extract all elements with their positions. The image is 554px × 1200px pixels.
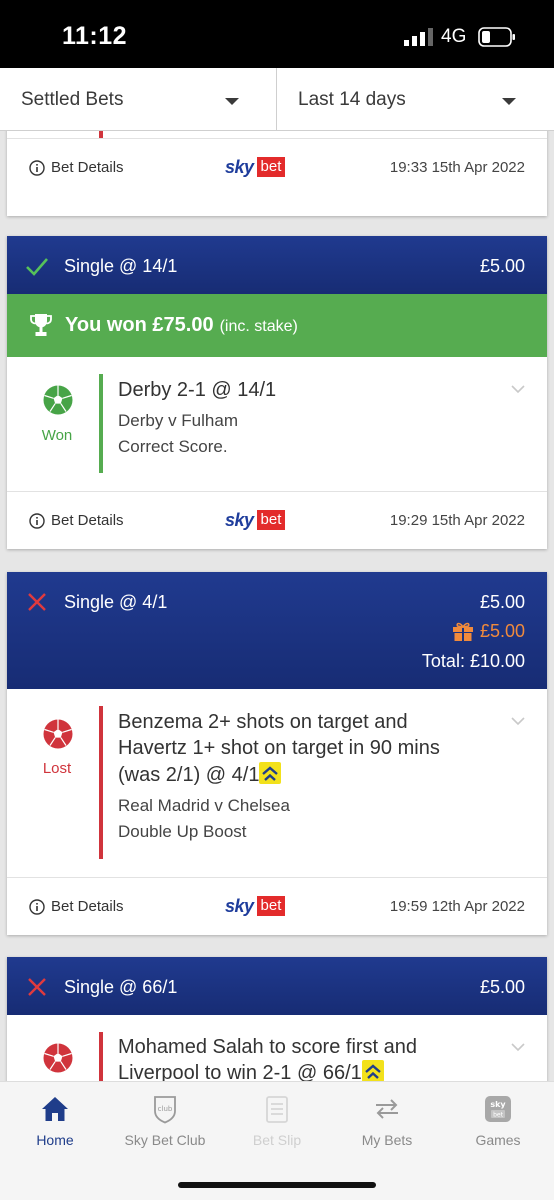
won-amount: You won £75.00 (inc. stake) [65,314,298,336]
selection-row[interactable]: Mohamed Salah to score first and Liverpo… [7,1015,547,1081]
skybet-logo: sky bet [225,895,286,917]
caret-down-icon [225,98,239,105]
chevron-down-icon[interactable] [511,1042,525,1052]
bet-type-value: Settled Bets [21,89,124,110]
info-icon [29,160,45,176]
battery-icon [478,27,515,47]
bet-header: Single @ 4/1 £5.00 £5.00 Total: £10.00 [7,572,547,689]
bet-stake: £5.00 [479,977,525,997]
nav-home[interactable]: Home [0,1094,110,1148]
bet-details-link[interactable]: Bet Details [51,159,124,176]
bet-datetime: 19:33 15th Apr 2022 [389,159,525,176]
bet-stake: £5.00 [479,592,525,612]
result-bar [99,706,103,859]
bet-type: Single @ 14/1 [64,256,178,276]
event-name: Real Madrid v Chelsea [118,796,290,815]
bet-footer: Bet Details sky bet 19:33 15th Apr 2022 [7,138,547,196]
result-bar [99,374,103,473]
won-banner: You won £75.00 (inc. stake) [7,294,547,357]
svg-text:club: club [158,1105,173,1113]
selection-row[interactable]: Won Derby 2-1 @ 14/1 Derby v Fulham Corr… [7,357,547,491]
bet-card: Single @ 4/1 £5.00 £5.00 Total: £10.00 L… [7,572,547,935]
svg-text:sky: sky [490,1100,506,1109]
bets-feed[interactable]: Bet Details sky bet 19:33 15th Apr 2022 S… [0,131,554,1081]
check-icon [26,258,48,276]
cross-icon [28,978,46,996]
selection-row [7,131,547,138]
bet-details-link[interactable]: Bet Details [51,898,124,915]
gift-icon [452,622,473,641]
bet-type: Single @ 66/1 [64,977,178,997]
caret-down-icon [502,98,516,105]
bet-header: Single @ 14/1 £5.00 [7,236,547,294]
bet-footer: Bet Details sky bet 19:29 15th Apr 2022 [7,491,547,549]
bet-card: Single @ 66/1 £5.00 Mohamed Salah to sco… [7,957,547,1081]
filter-bar: Settled Bets Last 14 days [0,68,554,131]
selection-title: Derby 2-1 @ 14/1 [118,379,277,401]
selection-title-line: Liverpool to win 2-1 @ 66/1 [118,1060,384,1081]
nav-sky-bet-club[interactable]: club Sky Bet Club [110,1094,220,1148]
games-icon: sky bet [485,1096,511,1122]
result-bar [99,131,103,138]
result-label: Lost [42,760,72,777]
boost-icon [361,1060,384,1081]
trophy-icon [30,314,52,336]
bet-card: Bet Details sky bet 19:33 15th Apr 2022 [7,131,547,216]
mybets-icon [376,1099,398,1119]
home-indicator[interactable] [178,1182,376,1188]
bet-details-link[interactable]: Bet Details [51,512,124,529]
selection-title-line: Benzema 2+ shots on target and [118,711,408,733]
football-icon [43,719,73,749]
chevron-down-icon[interactable] [511,384,525,394]
skybet-logo: sky bet [225,156,286,178]
bet-type: Single @ 4/1 [64,592,168,612]
skybet-logo: sky bet [225,509,286,531]
nav-my-bets[interactable]: My Bets [332,1094,442,1148]
signal-icon [404,28,433,46]
club-icon: club [154,1096,176,1124]
clock: 11:12 [62,22,128,50]
selection-title-line: Mohamed Salah to score first and [118,1036,418,1058]
bet-stake: £5.00 [479,256,525,276]
selection-title-line: (was 2/1) @ 4/1 [118,762,282,789]
bet-card: Single @ 14/1 £5.00 You won £75.00 (inc. … [7,236,547,549]
football-icon [43,1043,73,1073]
chevron-down-icon[interactable] [511,716,525,726]
bet-header: Single @ 66/1 £5.00 [7,957,547,1015]
network-type: 4G [441,26,467,47]
bet-footer: Bet Details sky bet 19:59 12th Apr 2022 [7,877,547,935]
home-icon [42,1097,68,1121]
betslip-icon [266,1096,288,1123]
status-bar: 11:12 4G [0,0,554,68]
boost-icon [259,762,282,784]
result-bar [99,1032,103,1081]
result-label: Won [41,427,73,444]
period-dropdown[interactable]: Last 14 days [277,68,554,131]
nav-bet-slip[interactable]: Bet Slip [222,1094,332,1148]
cross-icon [28,593,46,611]
market-name: Double Up Boost [118,822,247,841]
bet-total: Total: £10.00 [421,651,525,671]
bet-datetime: 19:59 12th Apr 2022 [389,898,525,915]
bet-type-dropdown[interactable]: Settled Bets [0,68,277,131]
football-icon [43,385,73,415]
period-value: Last 14 days [298,89,406,110]
bonus-stake: £5.00 [452,621,525,642]
won-note: (inc. stake) [219,318,298,335]
market-name: Correct Score. [118,437,228,456]
svg-text:bet: bet [493,1112,504,1119]
nav-games[interactable]: sky bet Games [443,1094,553,1148]
selection-title-line: Havertz 1+ shot on target in 90 mins [118,737,440,759]
info-icon [29,513,45,529]
event-name: Derby v Fulham [118,411,238,430]
info-icon [29,899,45,915]
bet-datetime: 19:29 15th Apr 2022 [389,512,525,529]
selection-row[interactable]: Lost Benzema 2+ shots on target and Have… [7,689,547,877]
